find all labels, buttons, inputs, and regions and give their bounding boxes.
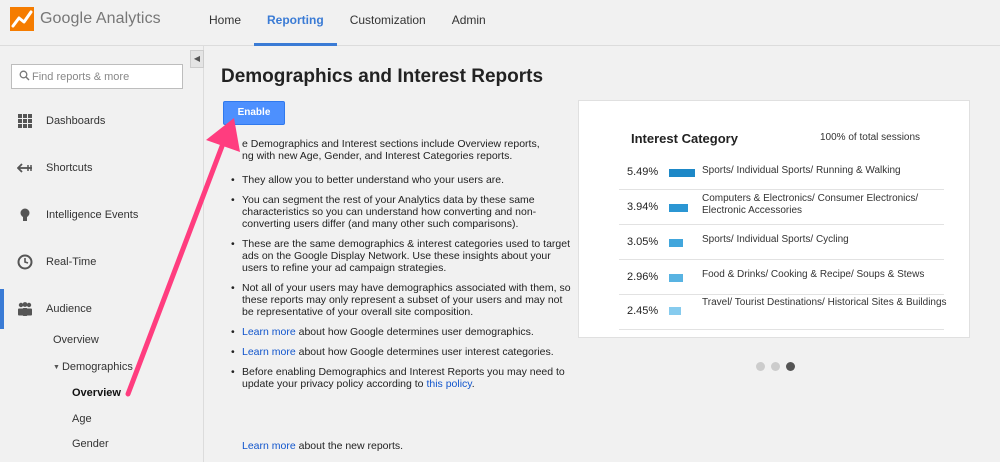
sidebar-item-real-time[interactable]: Real-Time xyxy=(0,242,190,282)
page-title: Demographics and Interest Reports xyxy=(221,66,544,87)
analytics-logo-icon xyxy=(10,7,34,31)
interest-row: 3.05% Sports/ Individual Sports/ Cycling xyxy=(619,225,944,260)
row-category: Sports/ Individual Sports/ Running & Wal… xyxy=(702,165,901,176)
search-input[interactable] xyxy=(32,68,178,85)
sidebar-item-dashboards[interactable]: Dashboards xyxy=(0,101,190,141)
list-item-text: Before enabling Demographics and Interes… xyxy=(242,366,565,390)
clock-icon xyxy=(17,254,33,270)
sidebar-sub-age[interactable]: Age xyxy=(72,413,92,425)
sidebar-item-label: Audience xyxy=(46,303,92,315)
row-bar xyxy=(669,307,681,315)
privacy-policy-link[interactable]: this policy xyxy=(426,378,471,390)
interest-row: 3.94% Computers & Electronics/ Consumer … xyxy=(619,190,944,225)
learn-more-interests-link[interactable]: Learn more xyxy=(242,346,296,358)
top-nav: Home Reporting Customization Admin xyxy=(196,0,499,46)
intro-line-1: e Demographics and Interest sections inc… xyxy=(242,138,540,150)
list-item: Learn more about how Google determines u… xyxy=(229,346,574,358)
tab-reporting[interactable]: Reporting xyxy=(254,0,337,46)
sidebar-sub-demographics[interactable]: ▼ Demographics xyxy=(53,361,133,373)
interest-row: 5.49% Sports/ Individual Sports/ Running… xyxy=(619,155,944,190)
row-percentage: 3.05% xyxy=(627,236,659,248)
search-icon xyxy=(19,70,30,81)
list-item: You can segment the rest of your Analyti… xyxy=(229,194,574,230)
sidebar-sub-gender[interactable]: Gender xyxy=(72,438,109,450)
sidebar-item-audience[interactable]: Audience xyxy=(0,289,190,329)
tab-customization[interactable]: Customization xyxy=(337,0,439,46)
list-item: Learn more about how Google determines u… xyxy=(229,326,574,338)
interest-row: 2.45% Travel/ Tourist Destinations/ Hist… xyxy=(619,295,947,330)
sidebar-sub-overview[interactable]: Overview xyxy=(53,334,99,346)
learn-more-reports: Learn more about the new reports. xyxy=(242,440,403,452)
enable-button[interactable]: Enable xyxy=(223,101,285,125)
sidebar-item-label: Intelligence Events xyxy=(46,209,139,221)
collapse-sidebar-button[interactable]: ◀ xyxy=(190,50,204,68)
row-bar xyxy=(669,274,683,282)
list-item: These are the same demographics & intere… xyxy=(229,238,574,274)
row-percentage: 2.45% xyxy=(627,305,659,317)
shortcut-arrow-icon xyxy=(17,163,32,173)
sidebar: ◀ Dashboards Shortcuts Intelligence Even… xyxy=(0,46,204,462)
caret-down-icon: ▼ xyxy=(53,364,60,371)
carousel-dot-2[interactable] xyxy=(771,362,780,371)
row-percentage: 2.96% xyxy=(627,271,659,283)
list-item: They allow you to better understand who … xyxy=(229,174,574,186)
list-item: Before enabling Demographics and Interes… xyxy=(229,366,574,390)
tab-home[interactable]: Home xyxy=(196,0,254,46)
row-category: Sports/ Individual Sports/ Cycling xyxy=(702,234,849,245)
card-subtitle: 100% of total sessions xyxy=(820,132,921,143)
sidebar-sub-demographics-overview[interactable]: Overview xyxy=(72,387,121,399)
row-category: Travel/ Tourist Destinations/ Historical… xyxy=(702,297,947,308)
row-percentage: 3.94% xyxy=(627,201,659,213)
row-category: Computers & Electronics/ Consumer Electr… xyxy=(702,193,919,216)
interest-row: 2.96% Food & Drinks/ Cooking & Recipe/ S… xyxy=(619,260,944,295)
grid-icon xyxy=(18,114,32,128)
list-item: Not all of your users may have demograph… xyxy=(229,282,574,318)
tab-admin[interactable]: Admin xyxy=(439,0,499,46)
list-item-text: about how Google determines user demogra… xyxy=(295,326,534,338)
interest-category-card: Interest Category 100% of total sessions… xyxy=(578,100,970,338)
row-bar xyxy=(669,204,688,212)
intro-line-2: ng with new Age, Gender, and Interest Ca… xyxy=(242,150,513,162)
row-bar xyxy=(669,239,683,247)
carousel-dots xyxy=(756,362,795,371)
sidebar-sub-demographics-label: Demographics xyxy=(61,361,133,373)
sidebar-item-shortcuts[interactable]: Shortcuts xyxy=(0,148,190,188)
lightbulb-icon xyxy=(20,208,30,221)
sidebar-item-label: Shortcuts xyxy=(46,162,93,174)
carousel-dot-1[interactable] xyxy=(756,362,765,371)
app-name: Google Analytics xyxy=(40,10,161,27)
list-item-text: . xyxy=(471,378,475,390)
report-search[interactable] xyxy=(11,64,183,89)
sidebar-item-label: Dashboards xyxy=(46,115,106,127)
sidebar-item-label: Real-Time xyxy=(46,256,97,268)
google-analytics-logo[interactable]: Google Analytics xyxy=(10,7,161,31)
sidebar-item-intelligence-events[interactable]: Intelligence Events xyxy=(0,195,190,235)
list-item-text: about how Google determines user interes… xyxy=(295,346,554,358)
carousel-dot-3[interactable] xyxy=(786,362,795,371)
row-bar xyxy=(669,169,695,177)
people-icon xyxy=(18,302,32,316)
main-content: Demographics and Interest Reports Enable… xyxy=(205,46,1000,462)
learn-more-reports-text: about the new reports. xyxy=(295,440,404,452)
learn-more-reports-link[interactable]: Learn more xyxy=(242,440,296,452)
top-bar: Google Analytics Home Reporting Customiz… xyxy=(0,0,1000,46)
card-title: Interest Category xyxy=(631,131,738,146)
row-percentage: 5.49% xyxy=(627,166,659,178)
row-category: Food & Drinks/ Cooking & Recipe/ Soups &… xyxy=(702,269,925,280)
intro-text: e Demographics and Interest sections inc… xyxy=(242,138,572,162)
learn-more-demographics-link[interactable]: Learn more xyxy=(242,326,296,338)
benefits-list: They allow you to better understand who … xyxy=(229,174,574,398)
